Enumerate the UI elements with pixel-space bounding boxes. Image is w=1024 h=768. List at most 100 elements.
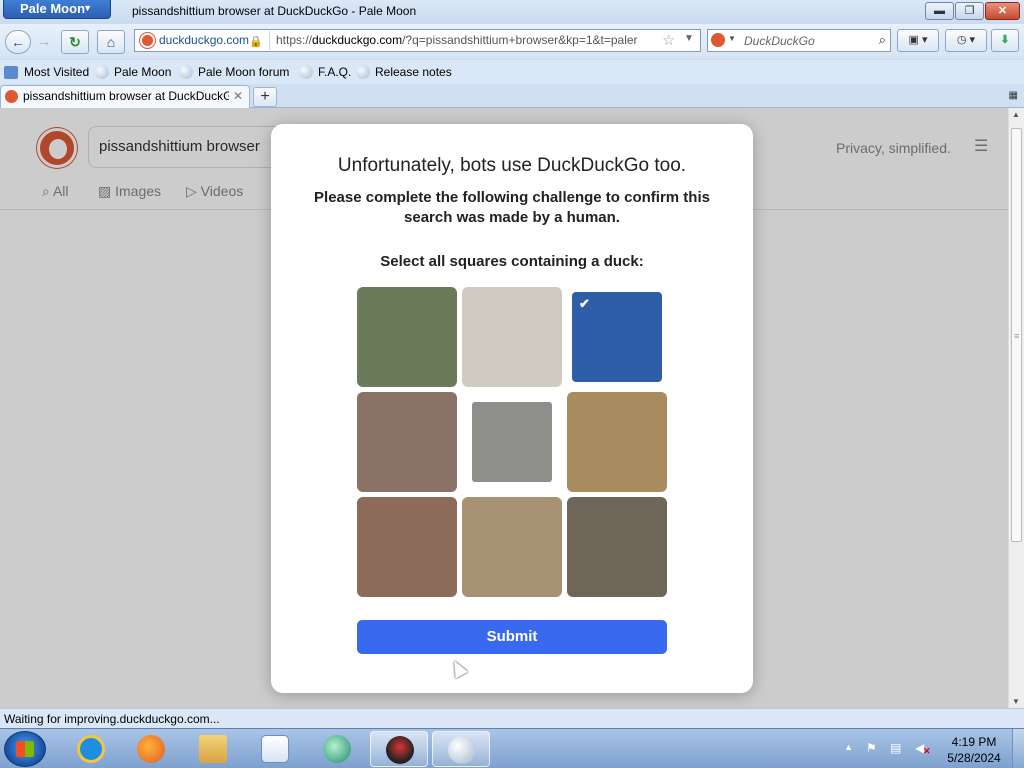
globe-icon <box>299 65 313 79</box>
home-icon: ⌂ <box>106 34 116 50</box>
tab-title: pissandshittium browser at DuckDuckGo <box>23 89 229 103</box>
duckduckgo-favicon-icon <box>5 90 18 103</box>
forward-arrow-icon: → <box>37 33 51 49</box>
green-sphere-icon <box>323 735 351 763</box>
bookmark-faq[interactable]: F.A.Q. <box>299 65 351 79</box>
clock-time[interactable]: 4:19 PM <box>945 735 1003 749</box>
chevron-down-icon: ▼ <box>83 3 92 13</box>
bookmarks-toolbar: Most Visited Pale Moon Pale Moon forum F… <box>0 60 1024 84</box>
globe-icon <box>179 65 193 79</box>
reload-icon: ↻ <box>69 34 81 50</box>
window-title: pissandshittium browser at DuckDuckGo - … <box>132 4 417 18</box>
close-tab-icon[interactable]: ✕ <box>233 86 243 106</box>
submit-button[interactable]: Submit <box>357 620 667 654</box>
bookmark-label: Pale Moon <box>114 65 172 79</box>
globe-icon <box>356 65 370 79</box>
minimize-button[interactable]: ▬ <box>925 2 954 20</box>
close-icon: ✕ <box>997 5 1008 17</box>
address-bar[interactable]: duckduckgo.com 🔒 https://duckduckgo.com/… <box>134 29 701 52</box>
taskbar-app-game[interactable] <box>370 731 428 767</box>
search-engine-icon[interactable] <box>711 33 725 47</box>
volume-muted-icon[interactable]: ◀ ✕ <box>915 741 931 756</box>
taskbar-app-pale-moon[interactable] <box>432 731 490 767</box>
clock-icon: ◷ ▾ <box>956 34 976 46</box>
scroll-up-icon[interactable]: ▲ <box>1012 110 1020 119</box>
taskbar-app-sphere[interactable] <box>308 731 366 767</box>
search-icon[interactable]: ⌕ <box>879 32 886 48</box>
reload-button[interactable]: ↻ <box>61 30 89 54</box>
action-center-flag-icon[interactable]: ⚑ <box>866 741 880 755</box>
url-prefix: https:// <box>276 33 313 47</box>
start-button[interactable] <box>4 731 46 767</box>
image-tile[interactable] <box>357 392 457 492</box>
downloads-button[interactable]: ⬇ <box>991 29 1019 52</box>
game-icon <box>386 736 414 764</box>
network-icon[interactable]: ▤ <box>890 741 904 755</box>
image-tile[interactable] <box>357 287 457 387</box>
clock-date[interactable]: 5/28/2024 <box>945 751 1003 765</box>
title-bar: Pale Moon ▼ pissandshittium browser at D… <box>0 0 1024 24</box>
taskbar-app-firefox[interactable] <box>122 731 180 767</box>
windows-logo-icon <box>16 741 34 757</box>
addons-button[interactable]: ▣ ▾ <box>897 29 939 52</box>
internet-explorer-icon <box>77 735 105 763</box>
url-path: /?q=pissandshittium+browser&kp=1&t=paler <box>402 33 638 47</box>
taskbar-app-file-explorer[interactable] <box>184 731 242 767</box>
forward-button[interactable]: → <box>32 30 56 54</box>
app-menu-button[interactable]: Pale Moon ▼ <box>3 0 111 19</box>
scroll-down-icon[interactable]: ▼ <box>1012 697 1020 706</box>
image-tile[interactable] <box>462 287 562 387</box>
tab-strip: pissandshittium browser at DuckDuckGo ✕ … <box>0 84 1024 108</box>
download-icon: ⬇ <box>1000 34 1010 46</box>
bookmark-label: F.A.Q. <box>318 65 352 79</box>
image-tile[interactable] <box>567 392 667 492</box>
image-tile[interactable] <box>462 497 562 597</box>
grip-icon: ≡ <box>1014 331 1020 341</box>
image-grid: ✔ <box>357 287 667 597</box>
back-button[interactable]: ← <box>5 30 31 54</box>
home-button[interactable]: ⌂ <box>97 30 125 54</box>
status-text: Waiting for improving.duckduckgo.com... <box>4 712 220 726</box>
chevron-down-icon[interactable]: ▼ <box>728 34 736 43</box>
search-bar[interactable]: ▼ DuckDuckGo ⌕ <box>707 29 891 52</box>
identity-domain: duckduckgo.com <box>159 33 250 47</box>
history-button[interactable]: ◷ ▾ <box>945 29 987 52</box>
image-tile[interactable] <box>567 497 667 597</box>
page-content: pissandshittium browser Privacy, simplif… <box>0 108 1008 708</box>
image-tile[interactable] <box>462 392 562 492</box>
url-host: duckduckgo.com <box>312 33 403 47</box>
bookmark-pale-moon-forum[interactable]: Pale Moon forum <box>179 65 289 79</box>
url-history-dropdown-icon[interactable]: ▼ <box>684 33 694 44</box>
bookmark-release-notes[interactable]: Release notes <box>356 65 452 79</box>
show-desktop-button[interactable] <box>1012 729 1024 768</box>
challenge-prompt: Select all squares containing a duck: <box>380 253 644 270</box>
bookmark-label: Release notes <box>375 65 452 79</box>
restore-button[interactable]: ❐ <box>955 2 984 20</box>
taskbar-app-internet-explorer[interactable] <box>62 731 120 767</box>
plus-icon: + <box>260 88 270 105</box>
duckduckgo-favicon-icon <box>140 33 155 48</box>
new-tab-button[interactable]: + <box>253 87 277 107</box>
bookmark-label: Pale Moon forum <box>198 65 290 79</box>
scrollbar-thumb[interactable]: ≡ <box>1011 128 1022 542</box>
bookmark-star-icon[interactable]: ☆ <box>662 31 675 49</box>
show-hidden-icons-icon[interactable]: ▲ <box>844 742 853 752</box>
tab-list-icon[interactable]: ▦ <box>1009 90 1018 101</box>
bot-challenge-dialog: Unfortunately, bots use DuckDuckGo too. … <box>271 124 753 693</box>
bookmark-most-visited[interactable]: Most Visited <box>4 65 89 79</box>
status-bar: Waiting for improving.duckduckgo.com... <box>0 708 1024 728</box>
image-tile[interactable]: ✔ <box>567 287 667 387</box>
addons-icon: ▣ ▾ <box>908 34 928 46</box>
bookmark-folder-icon <box>4 66 18 79</box>
vertical-scrollbar[interactable]: ▲ ≡ ▼ <box>1008 108 1024 708</box>
bookmark-pale-moon[interactable]: Pale Moon <box>95 65 171 79</box>
challenge-subheading: Please complete the following challenge … <box>314 189 710 226</box>
image-tile[interactable] <box>357 497 457 597</box>
site-identity-button[interactable]: duckduckgo.com 🔒 <box>136 31 270 50</box>
taskbar-app-media-player[interactable] <box>246 731 304 767</box>
url-text[interactable]: https://duckduckgo.com/?q=pissandshittiu… <box>276 33 656 47</box>
bookmark-label: Most Visited <box>24 65 90 79</box>
app-menu-label: Pale Moon <box>20 1 86 16</box>
tab-active[interactable]: pissandshittium browser at DuckDuckGo ✕ <box>0 85 250 108</box>
close-button[interactable]: ✕ <box>985 2 1020 20</box>
